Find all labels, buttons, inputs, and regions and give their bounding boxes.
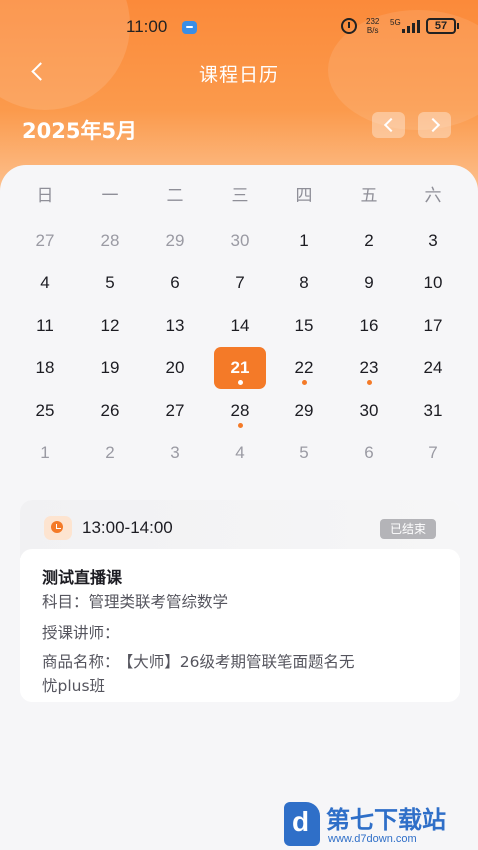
calendar-day[interactable]: 12	[84, 305, 136, 347]
teacher-label: 授课讲师：	[42, 624, 120, 642]
calendar-day[interactable]: 17	[407, 305, 459, 347]
network-speed-value: 232	[366, 17, 380, 26]
page-title: 课程日历	[198, 64, 279, 86]
calendar-day[interactable]: 28	[84, 220, 136, 262]
clock-icon	[44, 516, 72, 540]
calendar-day[interactable]: 6	[149, 262, 201, 304]
lesson-time: 13:00-14:00	[82, 518, 173, 537]
weekday-label: 五	[360, 186, 378, 206]
watermark-name: 第七下载站	[326, 806, 446, 834]
calendar-day[interactable]: 7	[407, 432, 459, 474]
network-speed: 232 B/s	[366, 17, 379, 35]
lesson-card[interactable]: 13:00-14:00 已结束 测试直播课 科目：管理类联考管综数学 授课讲师：…	[20, 500, 460, 702]
calendar-day[interactable]: 2	[343, 220, 395, 262]
calendar-day[interactable]: 15	[278, 305, 330, 347]
calendar-day[interactable]: 29	[278, 390, 330, 432]
calendar-day[interactable]: 25	[19, 390, 71, 432]
calendar-day[interactable]: 13	[149, 305, 201, 347]
calendar-day[interactable]: 31	[407, 390, 459, 432]
weekday-label: 二	[166, 186, 184, 206]
event-dot	[301, 380, 307, 385]
subject-value: 管理类联考管综数学	[88, 593, 229, 611]
calendar-day[interactable]: 5	[84, 262, 136, 304]
watermark-logo-icon	[284, 802, 320, 846]
event-dot	[237, 380, 243, 385]
network-type: 5G	[390, 18, 401, 27]
lesson-card-body: 测试直播课 科目：管理类联考管综数学 授课讲师： 商品名称： 【大师】26级考期管…	[20, 549, 460, 702]
weekday-label: 一	[101, 186, 119, 206]
calendar-day[interactable]: 1	[278, 220, 330, 262]
calendar-day[interactable]: 14	[214, 305, 266, 347]
calendar-day[interactable]: 4	[19, 262, 71, 304]
calendar-day[interactable]: 16	[343, 305, 395, 347]
event-dot	[366, 380, 372, 385]
battery-icon: 57	[426, 18, 459, 34]
event-dot	[237, 423, 243, 428]
calendar-day[interactable]: 8	[278, 262, 330, 304]
calendar-day[interactable]: 27	[149, 390, 201, 432]
product-label: 商品名称：	[42, 653, 120, 671]
calendar-day[interactable]: 3	[149, 432, 201, 474]
signal-icon	[402, 19, 422, 33]
status-time: 11:00	[126, 17, 168, 36]
watermark: 第七下载站 www.d7down.com	[284, 800, 476, 850]
calendar-day[interactable]: 11	[19, 305, 71, 347]
calendar-day[interactable]: 3	[407, 220, 459, 262]
calendar-day[interactable]: 2	[84, 432, 136, 474]
calendar-day[interactable]: 6	[343, 432, 395, 474]
calendar-day[interactable]: 24	[407, 347, 459, 389]
calendar-day[interactable]: 20	[149, 347, 201, 389]
teacher-row: 授课讲师：	[42, 621, 120, 645]
calendar-day[interactable]: 10	[407, 262, 459, 304]
calendar-day[interactable]: 19	[84, 347, 136, 389]
weekday-label: 日	[36, 186, 54, 206]
calendar-day[interactable]: 4	[214, 432, 266, 474]
weekday-label: 六	[424, 186, 442, 206]
lesson-name: 测试直播课	[42, 568, 123, 587]
weekday-label: 三	[231, 186, 249, 206]
calendar-day[interactable]: 1	[19, 432, 71, 474]
watermark-url: www.d7down.com	[328, 833, 417, 845]
next-month-button[interactable]	[418, 112, 451, 138]
calendar-day[interactable]: 9	[343, 262, 395, 304]
calendar-day[interactable]: 29	[149, 220, 201, 262]
alarm-icon	[341, 18, 357, 34]
product-value-line2: 忧plus班	[42, 677, 106, 695]
calendar-day[interactable]: 18	[19, 347, 71, 389]
subject-row: 科目：管理类联考管综数学	[42, 590, 228, 614]
calendar-day[interactable]: 26	[84, 390, 136, 432]
month-title: 2025年5月	[22, 119, 138, 143]
status-bar: 11:00 232 B/s 5G 57	[0, 0, 478, 56]
prev-month-button[interactable]	[372, 112, 405, 138]
status-badge: 已结束	[380, 519, 436, 539]
calendar-day[interactable]: 30	[214, 220, 266, 262]
message-notification-icon	[182, 21, 197, 34]
subject-label: 科目：	[42, 593, 89, 611]
product-value-line1: 【大师】26级考期管联笔面题名无	[125, 653, 355, 671]
weekday-label: 四	[295, 186, 313, 206]
network-speed-unit: B/s	[366, 26, 379, 35]
product-row: 商品名称： 【大师】26级考期管联笔面题名无 忧plus班	[42, 650, 355, 698]
calendar-day[interactable]: 7	[214, 262, 266, 304]
calendar-day[interactable]: 30	[343, 390, 395, 432]
calendar-day[interactable]: 27	[19, 220, 71, 262]
calendar-day[interactable]: 5	[278, 432, 330, 474]
